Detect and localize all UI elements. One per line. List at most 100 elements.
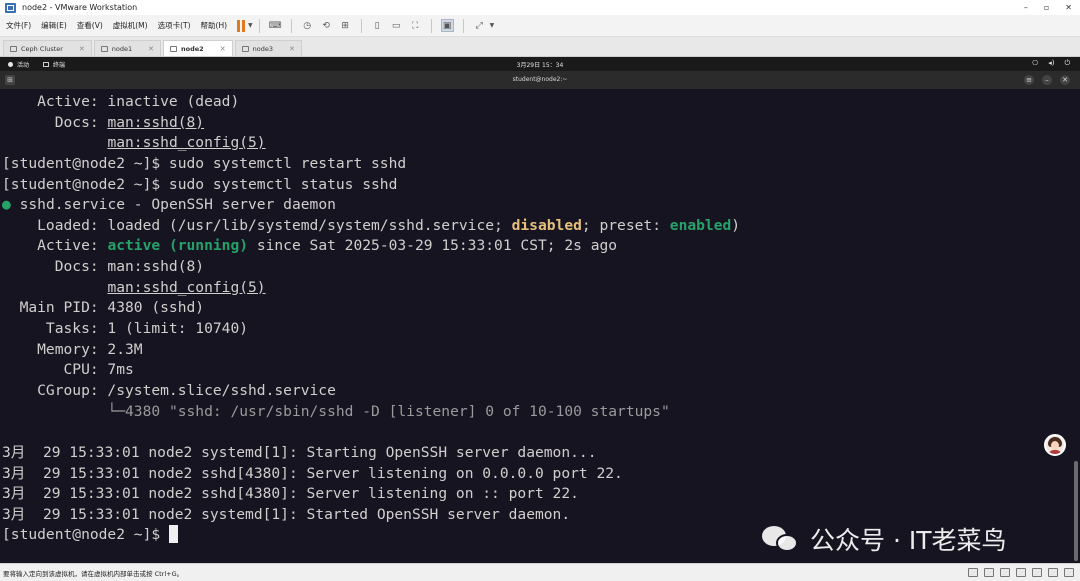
tab-node2[interactable]: node2 ✕ [163, 40, 233, 56]
menu-help[interactable]: 帮助(H) [197, 20, 232, 31]
close-icon[interactable]: ✕ [79, 45, 85, 53]
toolbar-divider [360, 18, 362, 33]
usb-icon[interactable] [1016, 568, 1026, 577]
terminal-line: Tasks: 1 (limit: 10740) [2, 319, 740, 340]
menu-toolbar: 文件(F) 编辑(E) 查看(V) 虚拟机(M) 选项卡(T) 帮助(H) ▼ … [0, 15, 1080, 37]
message-icon[interactable] [1064, 568, 1074, 577]
terminal-text-segment: Loaded: loaded (/usr/lib/systemd/system/… [2, 216, 512, 234]
network-icon: ⎔ [1032, 59, 1039, 67]
maximize-button[interactable]: ▫ [1044, 3, 1049, 12]
wechat-icon [762, 524, 802, 554]
terminal-minimize-icon[interactable]: – [1042, 75, 1052, 85]
terminal-menu-icon[interactable]: ≡ [1024, 75, 1034, 85]
cd-drive-icon[interactable] [984, 568, 994, 577]
tab-label: node2 [181, 44, 204, 53]
menu-view[interactable]: 查看(V) [73, 20, 107, 31]
terminal-text-segment: man:sshd_config(5) [107, 278, 266, 296]
terminal-text-segment: Main PID: 4380 (sshd) [2, 299, 205, 317]
send-ctrl-alt-del-icon[interactable]: ⌨ [269, 19, 282, 32]
terminal-cursor [168, 525, 178, 544]
terminal-text-segment: CGroup: /system.slice/sshd.service [2, 381, 336, 399]
vm-icon [170, 45, 178, 52]
snapshot-icon[interactable]: ◷ [301, 19, 314, 32]
guest-top-bar: 活动 终端 3月29日 15：34 ⎔ ◂) ⏻ [0, 57, 1080, 71]
close-button[interactable]: ✕ [1065, 3, 1072, 12]
terminal-text-segment: disabled [511, 216, 582, 234]
terminal-text-segment: Memory: 2.3M [2, 340, 143, 358]
terminal-text-segment: Docs: [2, 113, 108, 131]
terminal-line: [student@node2 ~]$ [2, 525, 740, 546]
terminal-line: 3月 29 15:33:01 node2 sshd[4380]: Server … [2, 484, 740, 505]
cluster-icon [10, 45, 17, 52]
terminal-text-segment: [student@node2 ~]$ [2, 526, 169, 544]
terminal-headerbar: ⊞ student@node2:~ ≡ – ✕ [0, 71, 1080, 89]
window-titlebar: node2 - VMware Workstation – ▫ ✕ [0, 0, 1080, 15]
terminal-text-segment: 3月 29 15:33:01 node2 systemd[1]: Startin… [2, 443, 597, 461]
close-icon[interactable]: ✕ [220, 45, 226, 53]
menu-file[interactable]: 文件(F) [2, 20, 35, 31]
terminal-title: student@node2:~ [512, 76, 568, 83]
close-icon[interactable]: ✕ [148, 45, 154, 53]
toolbar-divider [290, 18, 292, 33]
terminal-text: Active: inactive (dead) Docs: man:sshd(8… [2, 92, 740, 546]
tab-label: Ceph Cluster [21, 44, 63, 53]
pause-icon[interactable] [237, 19, 247, 32]
terminal-line: Active: inactive (dead) [2, 92, 740, 113]
volume-icon: ◂) [1048, 59, 1055, 67]
sound-icon[interactable] [1032, 568, 1042, 577]
terminal-line: Docs: man:sshd(8) [2, 113, 740, 134]
menu-vm[interactable]: 虚拟机(M) [109, 20, 152, 31]
terminal-text-segment: 3月 29 15:33:01 node2 systemd[1]: Started… [2, 505, 571, 523]
window-controls: – ▫ ✕ [1024, 0, 1072, 15]
terminal-text-segment: Tasks: 1 (limit: 10740) [2, 320, 249, 338]
stretch-guest-icon[interactable]: ⤢ [473, 19, 486, 32]
library-icon[interactable]: ▯ [371, 19, 384, 32]
terminal-line: [student@node2 ~]$ sudo systemctl status… [2, 175, 740, 196]
terminal-text-segment: CPU: 7ms [2, 361, 134, 379]
terminal-line: ● sshd.service - OpenSSH server daemon [2, 195, 740, 216]
terminal-text-segment: since Sat 2025-03-29 15:33:01 CST; 2s ag… [248, 237, 618, 255]
terminal-line: Main PID: 4380 (sshd) [2, 298, 740, 319]
tab-node1[interactable]: node1 ✕ [93, 40, 162, 56]
chevron-down-icon[interactable]: ▼ [248, 22, 253, 29]
close-icon[interactable]: ✕ [289, 45, 295, 53]
terminal-close-icon[interactable]: ✕ [1060, 75, 1070, 85]
terminal-line: Active: active (running) since Sat 2025-… [2, 236, 740, 257]
chevron-down-icon[interactable]: ▼ [490, 22, 495, 29]
toolbar-divider [462, 18, 464, 33]
network-adapter-icon[interactable] [1000, 568, 1010, 577]
terminal-line: CPU: 7ms [2, 360, 740, 381]
snapshot-manager-icon[interactable]: ⊞ [339, 19, 352, 32]
display-icon[interactable] [1048, 568, 1058, 577]
toolbar-divider [258, 18, 260, 33]
avatar [1044, 434, 1066, 456]
terminal-output[interactable]: Active: inactive (dead) Docs: man:sshd(8… [0, 89, 1080, 563]
restore-snapshot-icon[interactable]: ⟲ [320, 19, 333, 32]
terminal-text-segment: Docs: man:sshd(8) [2, 258, 205, 276]
menu-edit[interactable]: 编辑(E) [37, 20, 71, 31]
menu-tabs[interactable]: 选项卡(T) [154, 20, 195, 31]
terminal-scrollbar[interactable] [1072, 89, 1080, 563]
terminal-text-segment: 3月 29 15:33:01 node2 sshd[4380]: Server … [2, 464, 623, 482]
console-view-icon[interactable]: ▣ [440, 19, 454, 32]
vm-icon [100, 45, 108, 52]
fullscreen-icon[interactable]: ⛶ [409, 19, 422, 32]
terminal-text-segment: 3月 29 15:33:01 node2 sshd[4380]: Server … [2, 485, 579, 503]
device-status-icons [968, 568, 1074, 577]
terminal-line: 3月 29 15:33:01 node2 systemd[1]: Startin… [2, 443, 740, 464]
minimize-button[interactable]: – [1024, 3, 1028, 12]
watermark-text: 公众号 · IT老菜鸟 [810, 526, 1007, 555]
terminal-line: 3月 29 15:33:01 node2 sshd[4380]: Server … [2, 464, 740, 485]
hard-disk-icon[interactable] [968, 568, 978, 577]
guest-clock[interactable]: 3月29日 15：34 [0, 60, 1080, 69]
terminal-line: 3月 29 15:33:01 node2 systemd[1]: Started… [2, 505, 740, 526]
scrollbar-thumb[interactable] [1074, 461, 1078, 561]
tab-node3[interactable]: node3 ✕ [234, 40, 302, 56]
system-tray[interactable]: ⎔ ◂) ⏻ [1032, 59, 1070, 68]
watermark: 公众号 · IT老菜鸟 [762, 521, 1007, 557]
tab-label: node1 [111, 44, 133, 53]
tab-ceph-cluster[interactable]: Ceph Cluster ✕ [3, 40, 92, 56]
thumbnail-icon[interactable]: ▭ [390, 19, 403, 32]
